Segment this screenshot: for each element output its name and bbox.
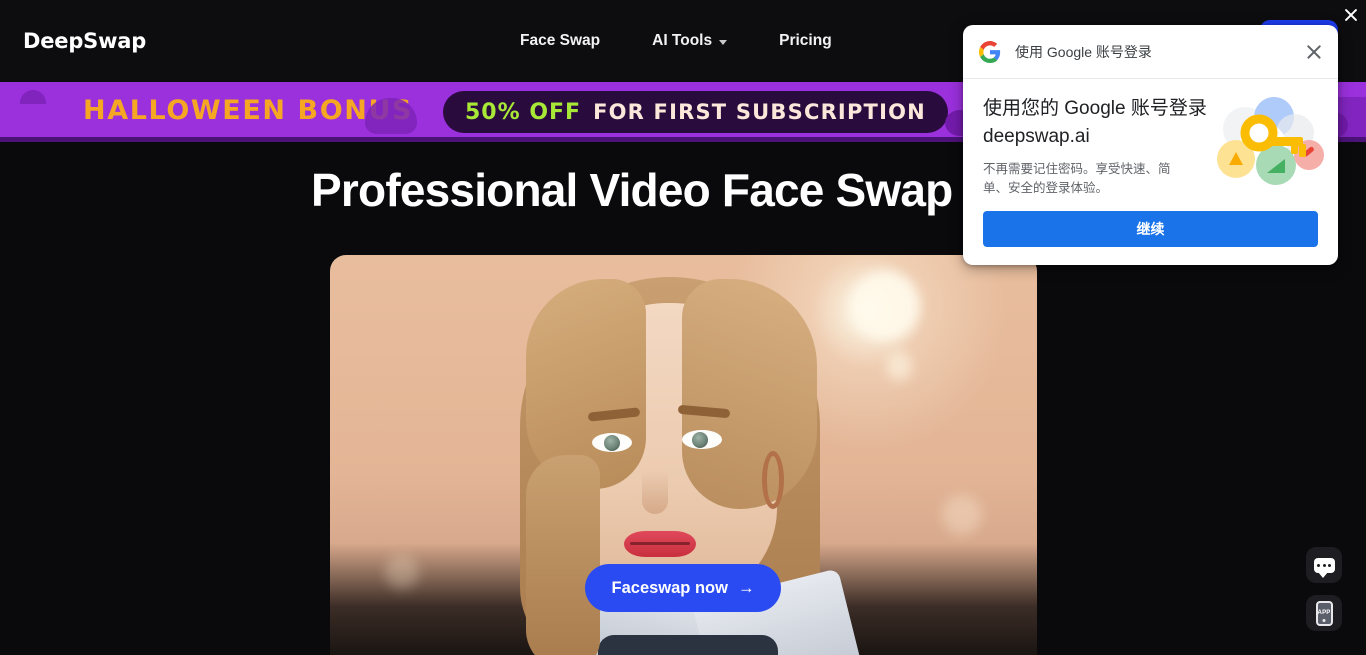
chevron-down-icon xyxy=(719,39,728,45)
google-popup-footer: 继续 xyxy=(963,211,1338,247)
continue-button[interactable]: 继续 xyxy=(983,211,1318,247)
nav-item-pricing[interactable]: Pricing xyxy=(779,32,832,50)
chat-support-button[interactable] xyxy=(1306,547,1342,583)
nav-label: Face Swap xyxy=(520,32,601,49)
banner-close-icon[interactable] xyxy=(1342,6,1360,24)
banner-discount: 50% OFF xyxy=(465,99,582,125)
google-popup-body: 使用您的 Google 账号登录 deepswap.ai 不再需要记住密码。享受… xyxy=(963,79,1338,211)
google-popup-title: 使用您的 Google 账号登录 deepswap.ai xyxy=(983,98,1207,147)
google-g-icon xyxy=(979,40,1001,63)
google-one-tap-popup: 使用 Google 账号登录 使用您的 Google 账号登录 deepswap… xyxy=(963,25,1338,265)
site-logo[interactable]: DeepSwap xyxy=(23,29,146,53)
bat-icon xyxy=(20,90,46,104)
google-popup-header-title: 使用 Google 账号登录 xyxy=(1015,43,1152,60)
page-root: DeepSwap Face Swap AI Tools Pricing HALL… xyxy=(0,0,1366,655)
google-popup-subtitle: 不再需要记住密码。享受快速、简单、安全的登录体验。 xyxy=(983,162,1171,195)
app-download-button[interactable]: APP xyxy=(1306,595,1342,631)
nav-label: Pricing xyxy=(779,32,832,49)
banner-offer-pill: 50% OFF FOR FIRST SUBSCRIPTION xyxy=(443,91,948,133)
faceswap-now-button[interactable]: Faceswap now → xyxy=(585,564,781,612)
nav-item-face-swap[interactable]: Face Swap xyxy=(520,32,600,50)
arrow-right-icon: → xyxy=(737,578,755,597)
main-navigation: Face Swap AI Tools Pricing xyxy=(520,0,832,82)
chat-bubble-icon xyxy=(1313,557,1335,578)
banner-title: HALLOWEEN BONUS xyxy=(83,95,414,126)
banner-offer-text: FOR FIRST SUBSCRIPTION xyxy=(593,100,926,124)
app-icon-label: APP xyxy=(1317,610,1331,616)
google-popup-header: 使用 Google 账号登录 xyxy=(963,25,1338,79)
close-icon[interactable] xyxy=(1304,42,1324,62)
faceswap-now-label: Faceswap now xyxy=(611,578,728,597)
nav-label: AI Tools xyxy=(652,32,713,49)
mobile-app-icon: APP xyxy=(1315,600,1333,626)
nav-item-ai-tools[interactable]: AI Tools xyxy=(652,32,728,50)
google-key-illustration xyxy=(1217,97,1324,185)
